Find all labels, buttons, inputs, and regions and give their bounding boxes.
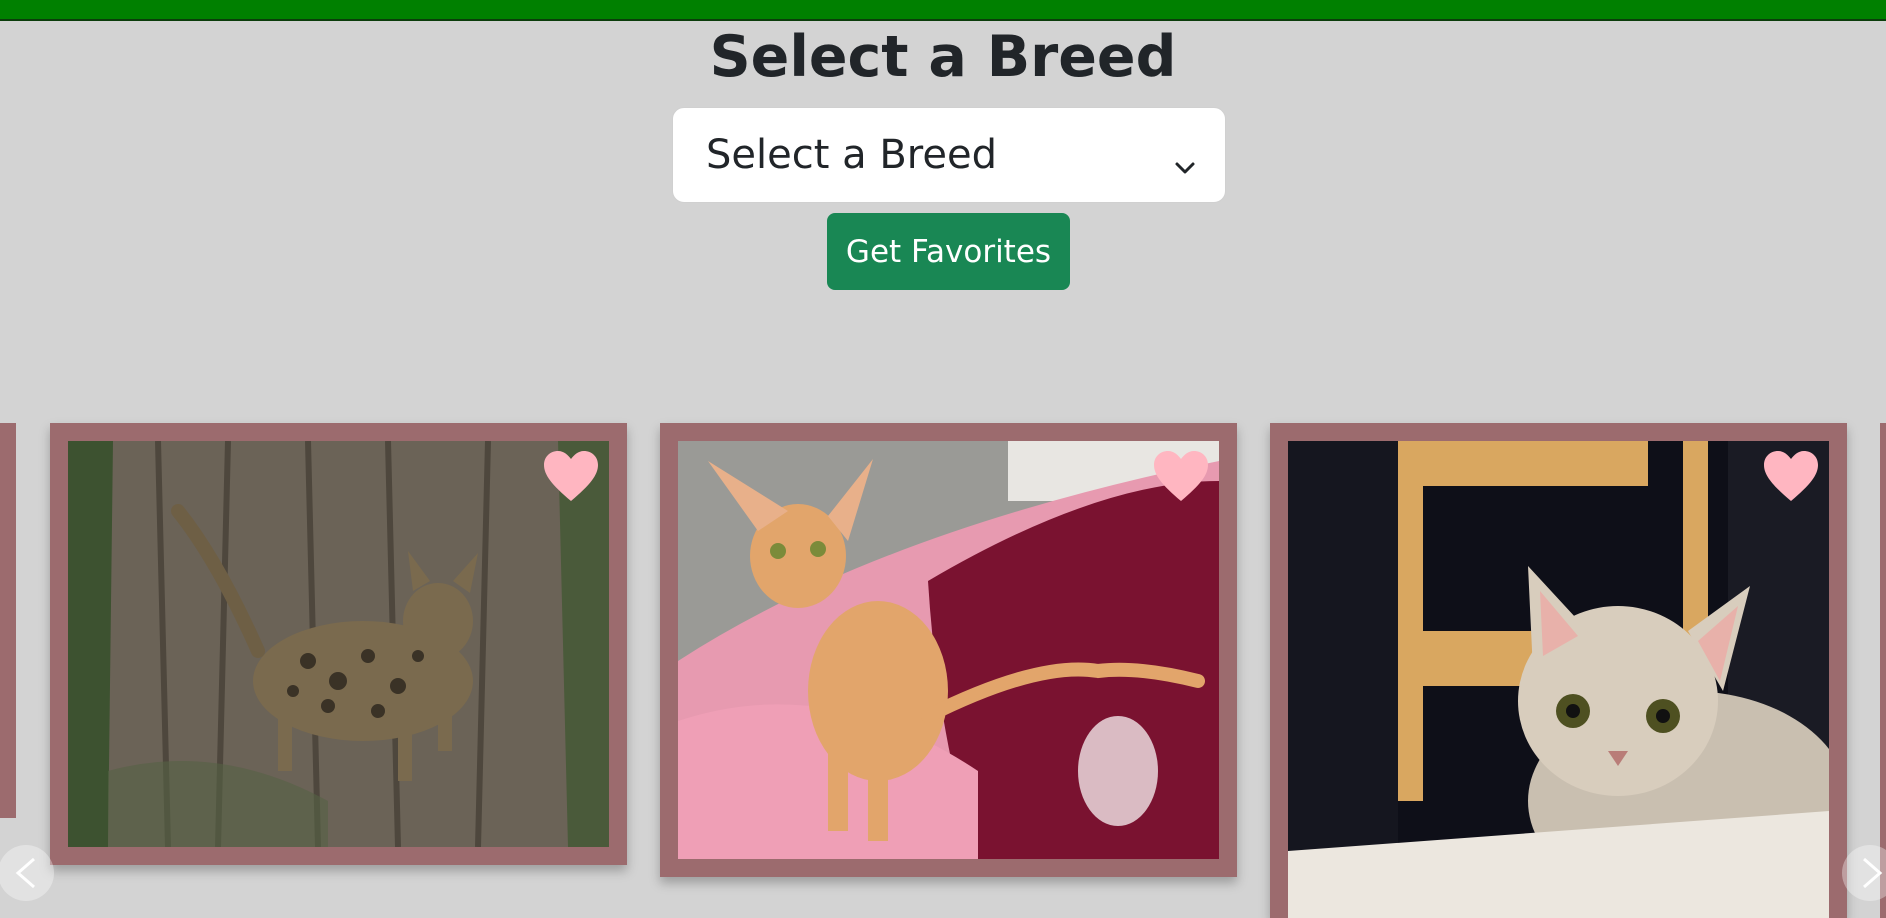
cat-photo — [678, 441, 1219, 859]
carousel-next-button[interactable] — [1842, 845, 1886, 901]
cat-photo — [68, 441, 609, 847]
chevron-right-icon — [1858, 857, 1886, 893]
chevron-down-icon — [1173, 144, 1197, 174]
breed-select-value: Select a Breed — [706, 132, 997, 178]
heart-icon[interactable] — [542, 449, 600, 503]
top-accent-bar — [0, 0, 1886, 21]
cat-photo — [1288, 441, 1829, 918]
carousel-card — [660, 423, 1237, 877]
heart-icon[interactable] — [1152, 449, 1210, 503]
carousel-card-partial-left — [0, 423, 16, 818]
carousel-card — [50, 423, 627, 865]
carousel-card-partial-right — [1880, 423, 1886, 918]
page-title: Select a Breed — [709, 24, 1177, 90]
chevron-left-icon — [12, 857, 40, 893]
get-favorites-button[interactable]: Get Favorites — [827, 213, 1070, 290]
heart-icon[interactable] — [1762, 449, 1820, 503]
carousel-prev-button[interactable] — [0, 845, 54, 901]
breed-select[interactable]: Select a Breed — [672, 107, 1226, 203]
carousel-card — [1270, 423, 1847, 918]
